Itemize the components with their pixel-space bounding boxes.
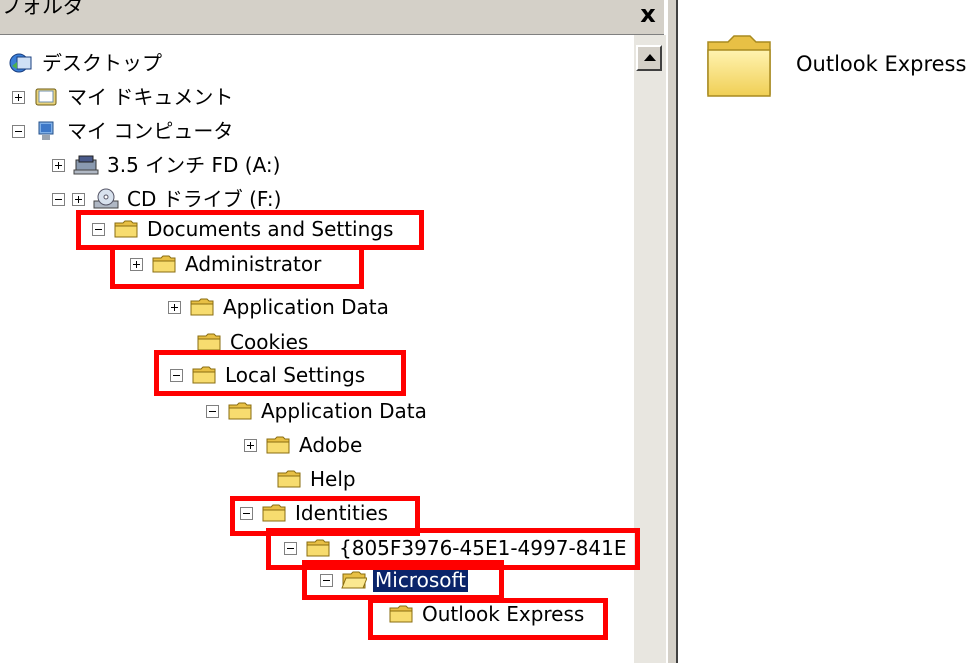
scroll-up-button[interactable] bbox=[636, 45, 662, 71]
tree-item-label: {805F3976-45E1-4997-841E bbox=[339, 536, 627, 560]
collapse-minus-icon[interactable] bbox=[170, 368, 183, 382]
tree-item[interactable]: Help bbox=[276, 465, 358, 493]
tree-item[interactable]: CD ドライブ (F:) bbox=[72, 185, 283, 213]
tree-item[interactable]: デスクトップ bbox=[8, 49, 164, 77]
folder-icon[interactable] bbox=[704, 28, 774, 104]
documents-icon bbox=[33, 86, 59, 108]
expand-plus-icon[interactable] bbox=[130, 257, 143, 271]
desktop-icon bbox=[8, 52, 34, 74]
folder-icon bbox=[265, 434, 291, 456]
expand-plus-icon[interactable] bbox=[12, 90, 25, 104]
tree-item-label: Cookies bbox=[230, 330, 309, 354]
folder-open-icon bbox=[341, 569, 368, 591]
tree-item[interactable]: マイ コンピュータ bbox=[12, 117, 235, 145]
close-button[interactable]: x bbox=[636, 2, 660, 28]
vertical-scrollbar[interactable] bbox=[634, 35, 666, 663]
tree-item-label: Administrator bbox=[185, 252, 322, 276]
tree-item[interactable]: Cookies bbox=[196, 328, 310, 356]
tree-item-label: CD ドライブ (F:) bbox=[127, 187, 282, 211]
folder-icon bbox=[227, 400, 253, 422]
tree-item[interactable]: Application Data bbox=[206, 397, 429, 425]
pane-title: フォルダ bbox=[0, 0, 84, 18]
folder-icon bbox=[191, 364, 217, 386]
folder-icon bbox=[151, 253, 177, 275]
folder-tree: デスクトップマイ ドキュメント マイ コンピュータ 3.5 インチ FD (A:) C… bbox=[0, 35, 634, 663]
collapse-minus-icon[interactable] bbox=[240, 506, 253, 520]
tree-item-label: Application Data bbox=[261, 399, 427, 423]
expand-plus-icon[interactable] bbox=[72, 192, 85, 206]
floppy-icon bbox=[73, 154, 99, 176]
tree-item-label: 3.5 インチ FD (A:) bbox=[107, 153, 281, 177]
tree-item-label: マイ ドキュメント bbox=[67, 85, 234, 109]
tree-item[interactable]: Administrator bbox=[130, 250, 323, 278]
tree-item-label: デスクトップ bbox=[42, 51, 162, 75]
tree-item[interactable]: Adobe bbox=[244, 431, 364, 459]
folder-icon bbox=[113, 218, 139, 240]
tree-item-label: Application Data bbox=[223, 295, 389, 319]
tree-item[interactable]: {805F3976-45E1-4997-841E bbox=[284, 534, 628, 562]
tree-item[interactable]: Application Data bbox=[168, 293, 391, 321]
folder-icon bbox=[261, 502, 287, 524]
tree-item[interactable]: Documents and Settings bbox=[92, 215, 395, 243]
collapse-minus-icon[interactable] bbox=[320, 573, 333, 587]
collapse-minus-icon[interactable] bbox=[284, 541, 297, 555]
tree-item-label: Outlook Express bbox=[422, 602, 585, 626]
tree-item-label: マイ コンピュータ bbox=[67, 119, 234, 143]
tree-item-label: Microsoft bbox=[373, 568, 469, 592]
expand-plus-icon[interactable] bbox=[244, 438, 257, 452]
file-item-label[interactable]: Outlook Express bbox=[796, 52, 966, 76]
tree-item[interactable]: 3.5 インチ FD (A:) bbox=[52, 151, 282, 179]
tree-item[interactable]: Microsoft bbox=[320, 566, 469, 594]
tree-item[interactable]: Outlook Express bbox=[388, 600, 586, 628]
pane-splitter[interactable] bbox=[666, 0, 678, 663]
folder-icon bbox=[276, 468, 302, 490]
collapse-minus-icon[interactable] bbox=[52, 193, 65, 206]
folder-icon bbox=[388, 603, 414, 625]
tree-item-label: Adobe bbox=[299, 433, 363, 457]
tree-item-label: Documents and Settings bbox=[147, 217, 394, 241]
computer-icon bbox=[33, 120, 59, 142]
tree-item-label: Help bbox=[310, 467, 356, 491]
tree-item[interactable]: Local Settings bbox=[170, 361, 367, 389]
folder-pane-header: フォルダ x bbox=[0, 0, 664, 35]
tree-item-label: Local Settings bbox=[225, 363, 366, 387]
expand-plus-icon[interactable] bbox=[52, 158, 65, 172]
collapse-minus-icon[interactable] bbox=[206, 404, 219, 418]
folder-icon bbox=[196, 331, 222, 353]
collapse-minus-icon[interactable] bbox=[92, 222, 105, 236]
folder-contents-pane: Outlook Express bbox=[678, 0, 976, 663]
tree-item[interactable]: Identities bbox=[240, 499, 390, 527]
collapse-minus-icon[interactable] bbox=[12, 124, 25, 138]
expand-plus-icon[interactable] bbox=[168, 300, 181, 314]
folder-icon bbox=[305, 537, 331, 559]
cd-drive-icon bbox=[93, 188, 119, 210]
folder-icon bbox=[189, 296, 215, 318]
tree-item[interactable]: マイ ドキュメント bbox=[12, 83, 235, 111]
tree-item-label: Identities bbox=[295, 501, 389, 525]
